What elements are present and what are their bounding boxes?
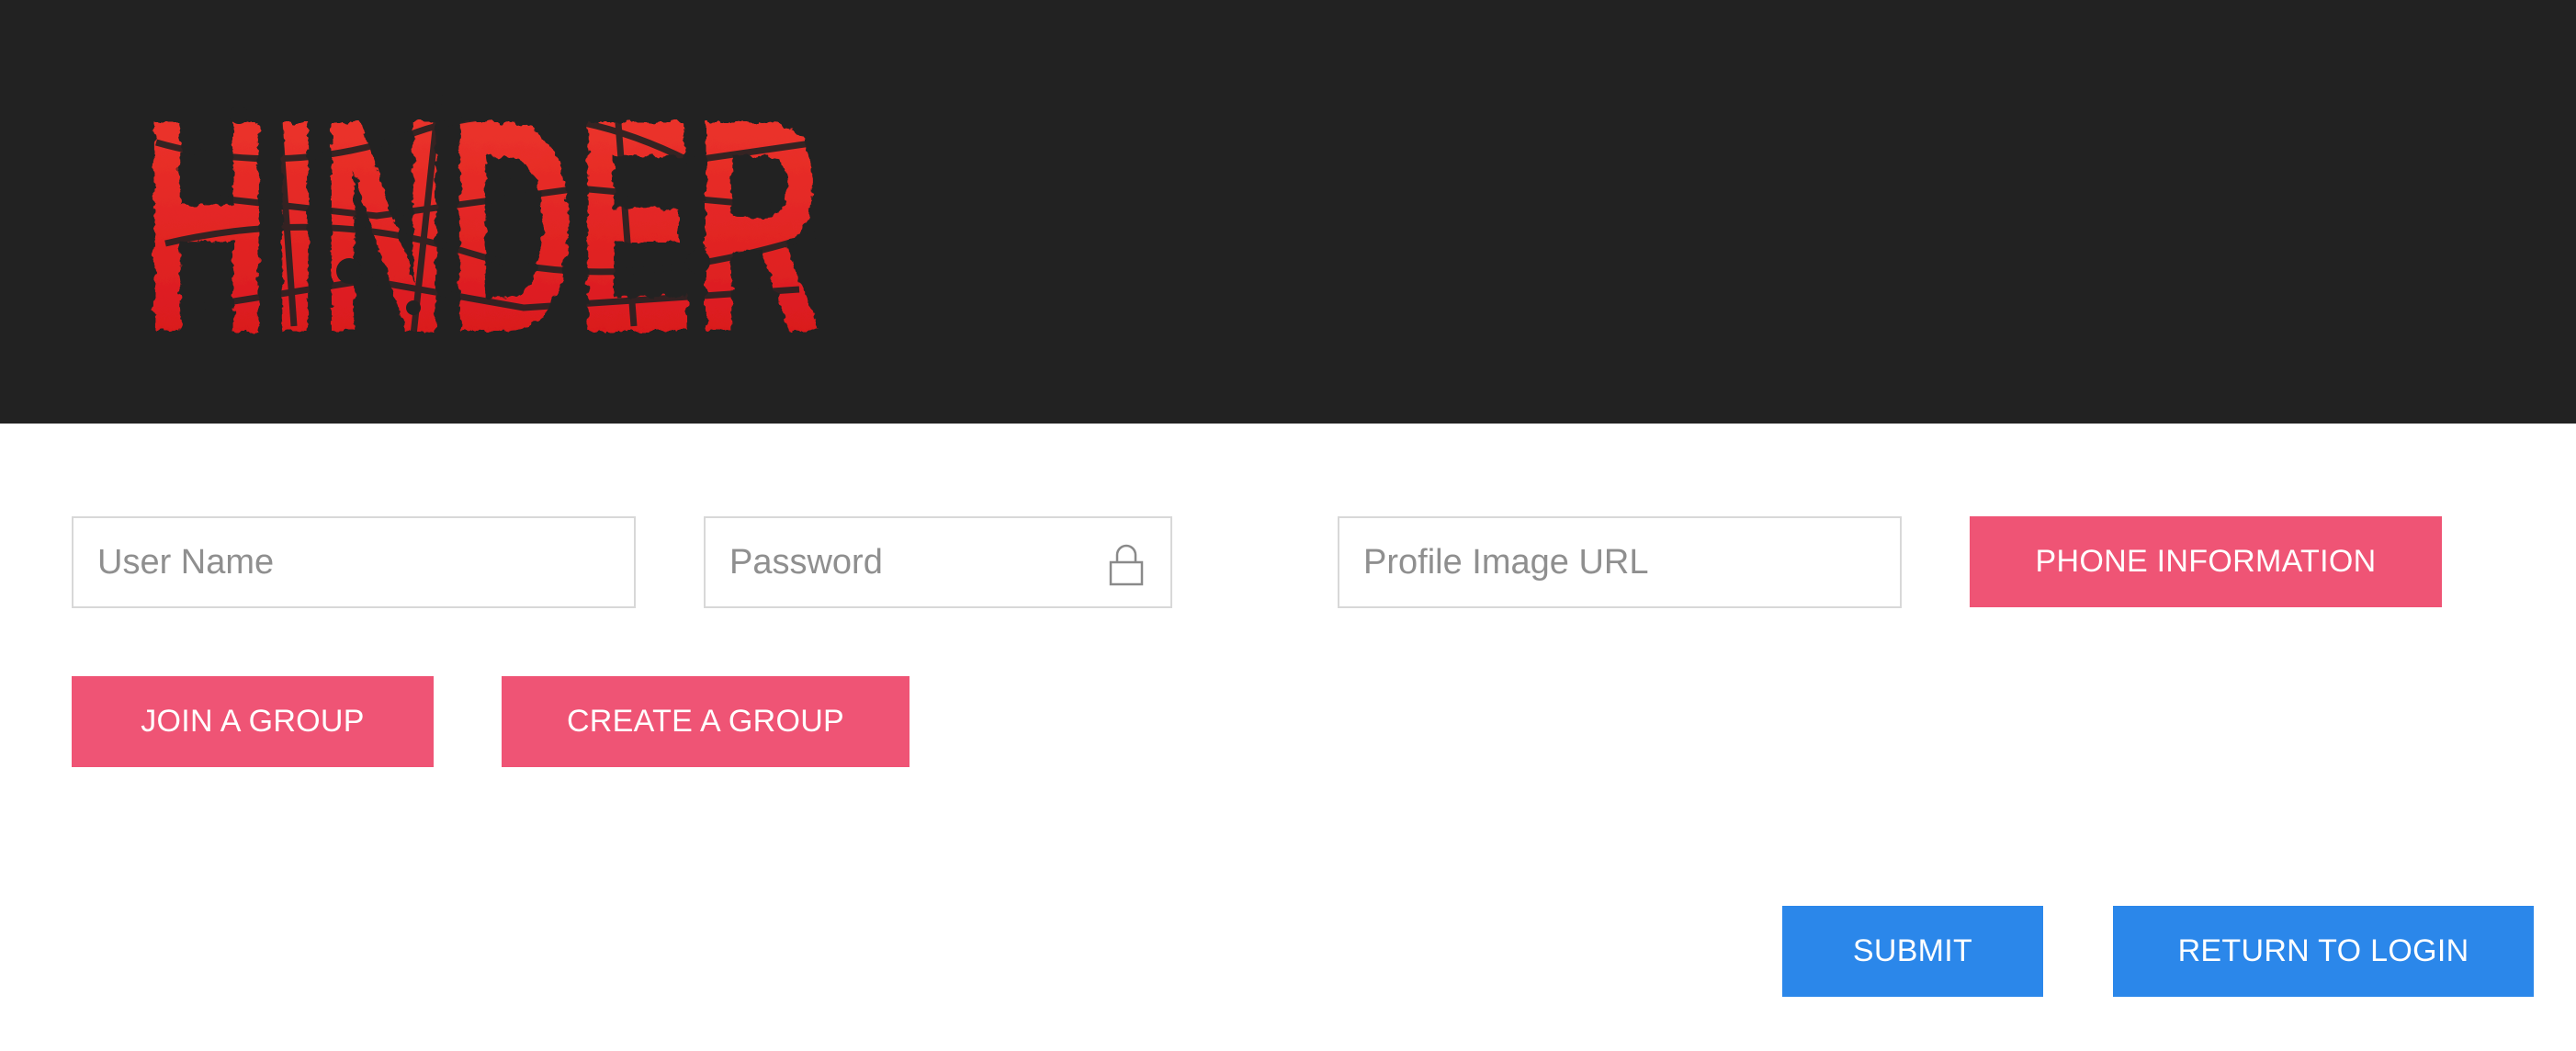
username-field[interactable] bbox=[72, 516, 636, 608]
join-group-button[interactable]: JOIN A GROUP bbox=[72, 676, 434, 767]
phone-information-button[interactable]: PHONE INFORMATION bbox=[1970, 516, 2442, 607]
lock-icon bbox=[1109, 544, 1144, 586]
profile-image-url-input[interactable] bbox=[1339, 518, 1900, 606]
return-to-login-button[interactable]: RETURN TO LOGIN bbox=[2113, 906, 2534, 997]
username-input[interactable] bbox=[73, 518, 634, 606]
app-header: HINDER bbox=[0, 0, 2576, 424]
profile-image-url-field[interactable] bbox=[1338, 516, 1902, 608]
logo-text: HINDER bbox=[142, 56, 822, 363]
password-input[interactable] bbox=[706, 518, 1170, 606]
password-field[interactable] bbox=[704, 516, 1172, 608]
create-group-button[interactable]: CREATE A GROUP bbox=[502, 676, 910, 767]
hinder-logo: HINDER bbox=[142, 56, 822, 363]
submit-button[interactable]: SUBMIT bbox=[1782, 906, 2043, 997]
